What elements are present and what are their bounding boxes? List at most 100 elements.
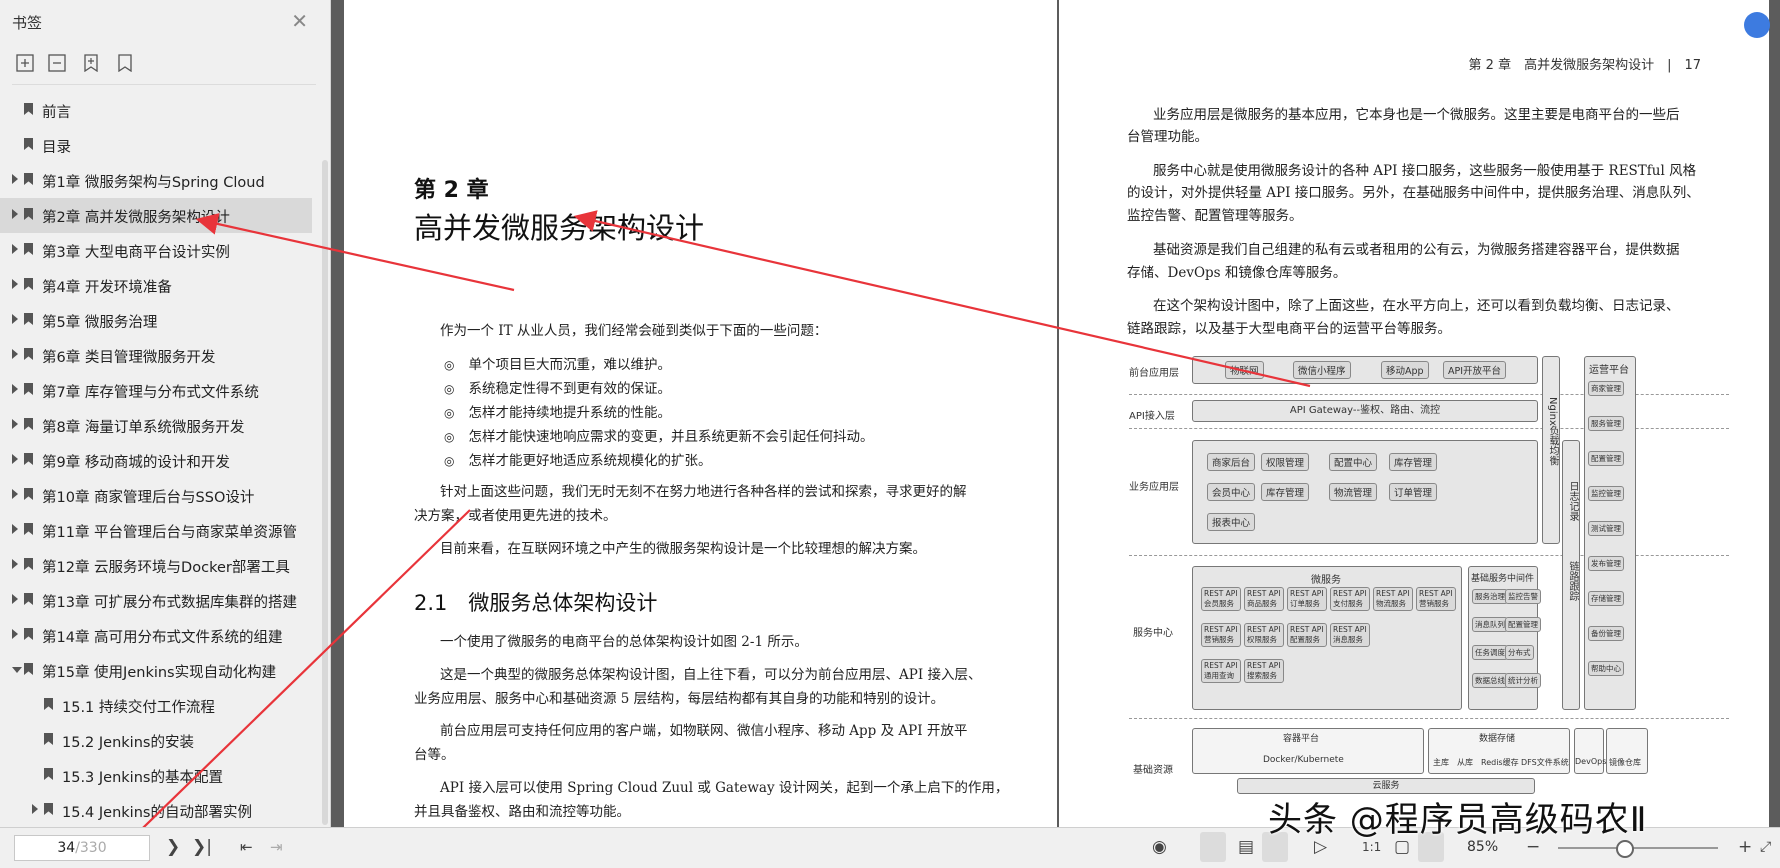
ops-chip: 测试管理 xyxy=(1588,521,1624,536)
sidebar-item[interactable]: 15.3 Jenkins的基本配置 xyxy=(0,758,318,793)
app-corner-icon[interactable] xyxy=(1744,12,1770,38)
zoom-in-icon[interactable]: + xyxy=(1738,837,1752,857)
last-page-icon[interactable]: ❯| xyxy=(192,837,212,857)
expand-arrow-icon[interactable] xyxy=(12,524,18,534)
expand-arrow-icon[interactable] xyxy=(12,209,18,219)
expand-arrow-icon[interactable] xyxy=(12,314,18,324)
biz-item: 物流管理 xyxy=(1329,483,1378,501)
sidebar-item[interactable]: 第15章 使用Jenkins实现自动化构建 xyxy=(0,653,318,688)
service-label: 配置服务 xyxy=(1290,635,1320,644)
bookmark-icon[interactable] xyxy=(116,54,134,72)
sidebar-item[interactable]: 第10章 商家管理后台与SSO设计 xyxy=(0,478,318,513)
service-chip: REST API 搜索服务 xyxy=(1244,659,1284,683)
zoom-slider[interactable] xyxy=(1558,847,1718,849)
sidebar-item[interactable]: 15.4 Jenkins的自动部署实例 xyxy=(0,793,318,828)
biz-item: 库存管理 xyxy=(1261,483,1310,501)
expand-arrow-icon[interactable] xyxy=(12,174,18,184)
sidebar-item[interactable]: 第3章 大型电商平台设计实例 xyxy=(0,233,318,268)
layer-label: 前台应用层 xyxy=(1129,368,1179,379)
ops-title: 运营平台 xyxy=(1589,365,1629,376)
sidebar-item[interactable]: 前言 xyxy=(0,93,318,128)
next-page-icon[interactable]: ❯ xyxy=(166,837,180,857)
page-number-input[interactable]: 34/330 xyxy=(14,835,150,861)
bookmark-icon xyxy=(44,733,53,745)
bookmark-icon xyxy=(24,628,33,640)
collapse-all-icon[interactable] xyxy=(48,54,66,72)
bookmark-icon xyxy=(24,663,33,675)
container-title: 容器平台 xyxy=(1283,734,1320,744)
sidebar-scrollbar[interactable] xyxy=(322,160,328,825)
service-chip: REST API 订单服务 xyxy=(1287,587,1327,611)
business-layer-box: 商家后台 权限管理 配置中心 库存管理 会员中心 库存管理 物流管理 订单管理 … xyxy=(1192,440,1538,544)
sidebar-item-label: 第7章 库存管理与分布式文件系统 xyxy=(42,385,259,401)
paragraph: 并且具备鉴权、路由和流控等功能。 xyxy=(414,804,630,820)
sidebar-item-label: 第1章 微服务架构与Spring Cloud xyxy=(42,175,265,191)
sidebar-item[interactable]: 第8章 海量订单系统微服务开发 xyxy=(0,408,318,443)
sidebar-item-label: 15.2 Jenkins的安装 xyxy=(62,735,194,751)
bookmark-icon xyxy=(44,803,53,815)
sidebar-item[interactable]: 第9章 移动商城的设计和开发 xyxy=(0,443,318,478)
container-label: Docker/Kubernete xyxy=(1263,755,1344,765)
layer-label: 业务应用层 xyxy=(1129,482,1179,493)
biz-item: 会员中心 xyxy=(1207,483,1256,501)
mirror-box: 镜像仓库 xyxy=(1606,728,1648,774)
bullet-item: 单个项目巨大而沉重，难以维护。 xyxy=(444,353,671,373)
sidebar-item[interactable]: 目录 xyxy=(0,128,318,163)
paragraph: 这是一个典型的微服务总体架构设计图，自上往下看，可以分为前台应用层、API 接入… xyxy=(440,667,982,683)
paragraph: API 接入层可以使用 Spring Cloud Zuul 或 Gateway … xyxy=(440,780,1009,796)
sidebar-item[interactable]: 第11章 平台管理后台与商家菜单资源管 xyxy=(0,513,318,548)
add-bookmark-icon[interactable] xyxy=(82,54,100,72)
expand-arrow-icon[interactable] xyxy=(12,489,18,499)
expand-arrow-icon[interactable] xyxy=(12,349,18,359)
forward-icon[interactable]: ⇥ xyxy=(270,837,283,857)
sidebar-item[interactable]: 第12章 云服务环境与Docker部署工具 xyxy=(0,548,318,583)
paragraph: 的设计，对外提供轻量 API 接口服务。另外，在基础服务中间件中，提供服务治理、… xyxy=(1127,185,1700,201)
total-pages: /330 xyxy=(75,840,107,856)
fullscreen-icon[interactable]: ⤢ xyxy=(1760,837,1771,857)
expand-arrow-icon[interactable] xyxy=(12,594,18,604)
expand-all-icon[interactable] xyxy=(16,54,34,72)
sidebar-item[interactable]: 第1章 微服务架构与Spring Cloud xyxy=(0,163,318,198)
expand-arrow-icon[interactable] xyxy=(12,419,18,429)
sidebar-item[interactable]: 第5章 微服务治理 xyxy=(0,303,318,338)
zoom-level[interactable]: 85% xyxy=(1467,839,1498,855)
sidebar-item[interactable]: 第4章 开发环境准备 xyxy=(0,268,318,303)
back-icon[interactable]: ⇤ xyxy=(240,837,253,857)
sidebar-item[interactable]: 15.1 持续交付工作流程 xyxy=(0,688,318,723)
sidebar-item[interactable]: 第14章 高可用分布式文件系统的组建 xyxy=(0,618,318,653)
bookmark-icon xyxy=(44,768,53,780)
bookmark-icon xyxy=(24,243,33,255)
ops-chip: 商家管理 xyxy=(1588,381,1624,396)
eye-icon[interactable]: ◉ xyxy=(1152,837,1167,857)
paragraph: 存储、DevOps 和镜像仓库等服务。 xyxy=(1127,265,1347,281)
sidebar-item[interactable]: 第6章 类目管理微服务开发 xyxy=(0,338,318,373)
document-view-icon[interactable]: ▤ xyxy=(1238,837,1254,857)
rest-label: REST API xyxy=(1419,589,1453,598)
close-icon[interactable]: ✕ xyxy=(291,11,308,31)
single-page-view-icon[interactable] xyxy=(1200,832,1226,862)
zoom-slider-handle[interactable] xyxy=(1616,840,1634,858)
bookmark-icon xyxy=(24,348,33,360)
sidebar-item-label: 前言 xyxy=(42,105,71,121)
expand-arrow-icon[interactable] xyxy=(12,454,18,464)
expand-arrow-icon[interactable] xyxy=(12,629,18,639)
sidebar-item[interactable]: 第13章 可扩展分布式数据库集群的搭建 xyxy=(0,583,318,618)
middleware-chip: 数据总线 xyxy=(1472,673,1508,688)
sidebar-item-label: 第14章 高可用分布式文件系统的组建 xyxy=(42,630,283,646)
expand-arrow-icon[interactable] xyxy=(12,384,18,394)
sidebar-item[interactable]: 第2章 高并发微服务架构设计 xyxy=(0,198,312,233)
sidebar-item[interactable]: 15.2 Jenkins的安装 xyxy=(0,723,318,758)
service-label: 营销服务 xyxy=(1419,599,1449,608)
service-chip: REST API 权限服务 xyxy=(1244,623,1284,647)
expand-arrow-icon[interactable] xyxy=(12,244,18,254)
devops-box: DevOps xyxy=(1574,728,1606,774)
expand-arrow-icon[interactable] xyxy=(12,279,18,289)
sidebar-item[interactable]: 第7章 库存管理与分布式文件系统 xyxy=(0,373,318,408)
front-item: 物联网 xyxy=(1225,361,1264,379)
expand-arrow-icon[interactable] xyxy=(32,804,38,814)
collapse-arrow-icon[interactable] xyxy=(12,667,22,673)
storage-item: DFS文件系统 xyxy=(1521,758,1569,767)
chapter-title: 高并发微服务架构设计 xyxy=(414,211,705,245)
expand-arrow-icon[interactable] xyxy=(12,559,18,569)
bookmark-icon xyxy=(24,103,33,115)
